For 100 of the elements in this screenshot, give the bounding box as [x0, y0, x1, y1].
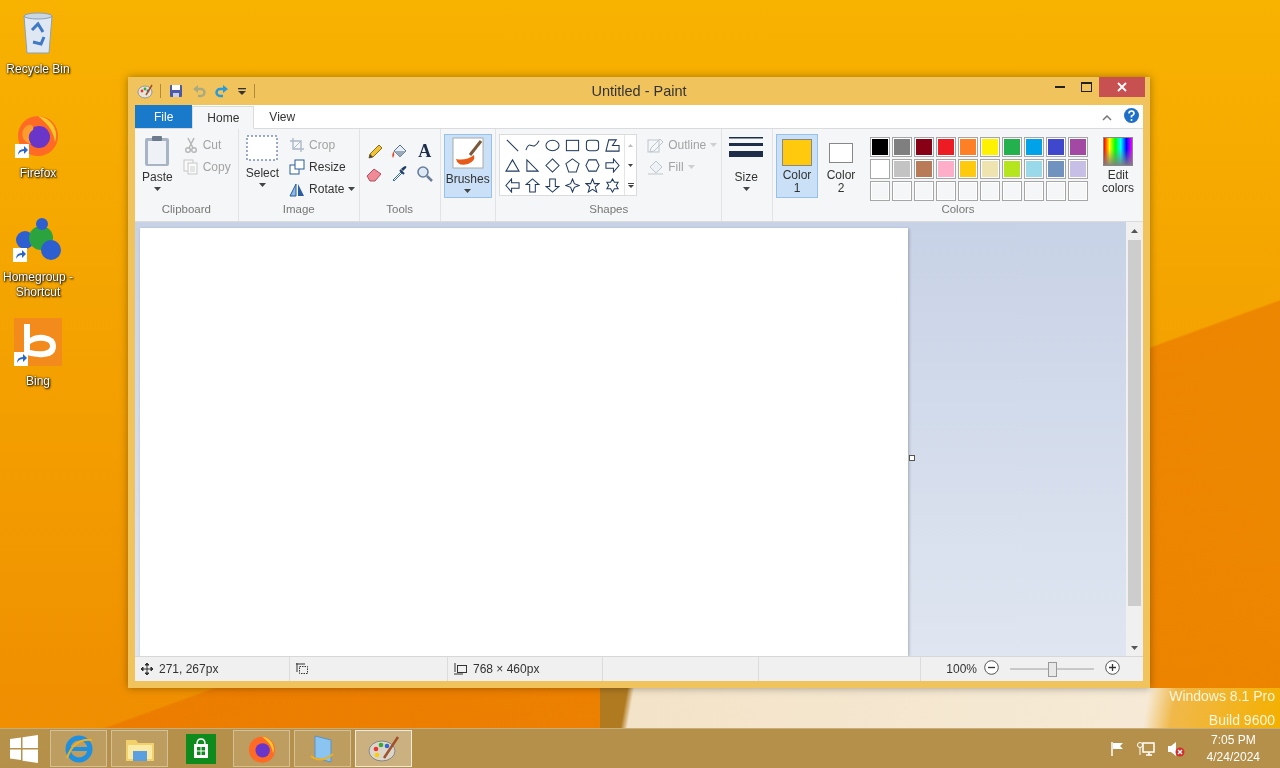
- shape-option[interactable]: [542, 175, 563, 195]
- caret-up-icon: [1131, 228, 1138, 233]
- palette-swatch[interactable]: [870, 137, 890, 157]
- caret-icon: [742, 187, 750, 191]
- palette-swatch[interactable]: [914, 159, 934, 179]
- palette-swatch[interactable]: [870, 159, 890, 179]
- scissors-icon: [182, 137, 199, 153]
- palette-swatch[interactable]: [914, 137, 934, 157]
- caret-icon: [1131, 645, 1138, 650]
- palette-swatch[interactable]: [1046, 137, 1066, 157]
- palette-swatch[interactable]: [958, 137, 978, 157]
- move-cursor-icon: [141, 663, 153, 675]
- oval-icon: [544, 137, 560, 153]
- browser-e-icon: [63, 733, 94, 764]
- palette-swatch[interactable]: [1068, 159, 1088, 179]
- pencil-icon: [366, 142, 384, 160]
- taskbar-app-button[interactable]: [233, 730, 290, 767]
- paint-app-icon: [137, 83, 153, 99]
- window-title: Untitled - Paint: [591, 83, 687, 99]
- shape-option[interactable]: [602, 155, 623, 175]
- customize-button[interactable]: [237, 86, 247, 96]
- rotate-icon: [289, 181, 306, 197]
- palette-swatch[interactable]: [892, 159, 912, 179]
- empty-palette-slot[interactable]: [980, 181, 1000, 201]
- palette-swatch[interactable]: [980, 137, 1000, 157]
- expand-caret-icon: [627, 182, 634, 188]
- paste-button[interactable]: Paste: [138, 132, 177, 196]
- palette-swatch[interactable]: [1046, 159, 1066, 179]
- magnifier-icon: [416, 164, 434, 182]
- vertical-scrollbar[interactable]: [1126, 222, 1143, 656]
- shape-option[interactable]: [522, 175, 543, 195]
- palette-swatch[interactable]: [958, 159, 978, 179]
- shape-option[interactable]: [562, 175, 583, 195]
- color-two-button[interactable]: Color 2: [820, 134, 862, 198]
- close-button[interactable]: [1099, 77, 1145, 97]
- rectangle-icon: [564, 137, 580, 153]
- edit-colors-button[interactable]: Edit colors: [1096, 134, 1140, 198]
- canvas-size-icon: [454, 663, 467, 675]
- palette-swatch[interactable]: [1024, 159, 1044, 179]
- select-button[interactable]: Select: [241, 132, 284, 196]
- size-button[interactable]: Size: [725, 132, 768, 196]
- store-icon: [185, 733, 216, 764]
- crop-icon: [289, 137, 306, 153]
- palette-swatch[interactable]: [1024, 137, 1044, 157]
- color-one-button[interactable]: Color 1: [776, 134, 818, 198]
- palette-swatch[interactable]: [1002, 159, 1022, 179]
- diamond-icon: [544, 157, 560, 173]
- brushes-button[interactable]: Brushes: [443, 134, 492, 198]
- scrollbar-thumb[interactable]: [1128, 240, 1141, 606]
- os-build-text: Windows 8.1 Pro: [1169, 687, 1275, 706]
- shape-option[interactable]: [562, 155, 583, 175]
- ribbon-tab[interactable]: Home: [192, 106, 255, 129]
- polygon-icon: [604, 137, 620, 153]
- windows-logo-icon: [10, 734, 38, 763]
- empty-palette-slot[interactable]: [1024, 181, 1044, 201]
- palette-swatch[interactable]: [936, 159, 956, 179]
- ribbon-tab[interactable]: View: [254, 105, 311, 128]
- zoom-slider-thumb[interactable]: [1048, 661, 1057, 677]
- empty-palette-slot[interactable]: [936, 181, 956, 201]
- four-point-star-icon: [564, 177, 580, 193]
- palette-swatch[interactable]: [936, 137, 956, 157]
- caret-icon: [258, 183, 266, 187]
- zoom-level: 100%: [946, 662, 977, 676]
- group-label: Clipboard: [160, 203, 212, 217]
- palette-swatch[interactable]: [980, 159, 1000, 179]
- rounded-rectangle-icon: [584, 137, 600, 153]
- down-arrow-icon: [544, 177, 560, 193]
- empty-palette-slot[interactable]: [1002, 181, 1022, 201]
- fill-icon: [647, 158, 665, 176]
- taskbar-app-button[interactable]: [111, 730, 168, 767]
- empty-palette-slot[interactable]: [914, 181, 934, 201]
- empty-palette-slot[interactable]: [870, 181, 890, 201]
- caret-icon: [687, 165, 695, 169]
- file-menu-tab[interactable]: File: [135, 105, 193, 128]
- shape-option[interactable]: [582, 175, 603, 195]
- color-spectrum-icon: [1103, 137, 1133, 166]
- speaker-muted-icon: [1166, 740, 1185, 757]
- undo-icon: [192, 84, 206, 98]
- resize-icon: [289, 159, 306, 175]
- palette-swatch[interactable]: [1068, 137, 1088, 157]
- triangle-icon: [504, 157, 520, 173]
- empty-palette-slot[interactable]: [1068, 181, 1088, 201]
- shape-option[interactable]: [542, 155, 563, 175]
- palette-swatch[interactable]: [1002, 137, 1022, 157]
- empty-palette-slot[interactable]: [1046, 181, 1066, 201]
- save-button[interactable]: [168, 83, 184, 99]
- palette-swatch[interactable]: [892, 137, 912, 157]
- bing-logo-icon: [14, 318, 62, 366]
- taskbar-app-button[interactable]: [355, 730, 412, 767]
- cursor-position: 271, 267px: [159, 662, 219, 676]
- empty-palette-slot[interactable]: [892, 181, 912, 201]
- rotate-button[interactable]: Rotate: [285, 178, 360, 200]
- empty-palette-slot[interactable]: [958, 181, 978, 201]
- resize-handle[interactable]: [909, 455, 915, 461]
- group-label: Shapes: [588, 203, 630, 217]
- caret-icon: [153, 187, 161, 191]
- text-tool-button[interactable]: A: [413, 140, 436, 162]
- group-label: Colors: [940, 203, 976, 217]
- resize-button[interactable]: Resize: [285, 156, 360, 178]
- shape-option[interactable]: [502, 175, 523, 195]
